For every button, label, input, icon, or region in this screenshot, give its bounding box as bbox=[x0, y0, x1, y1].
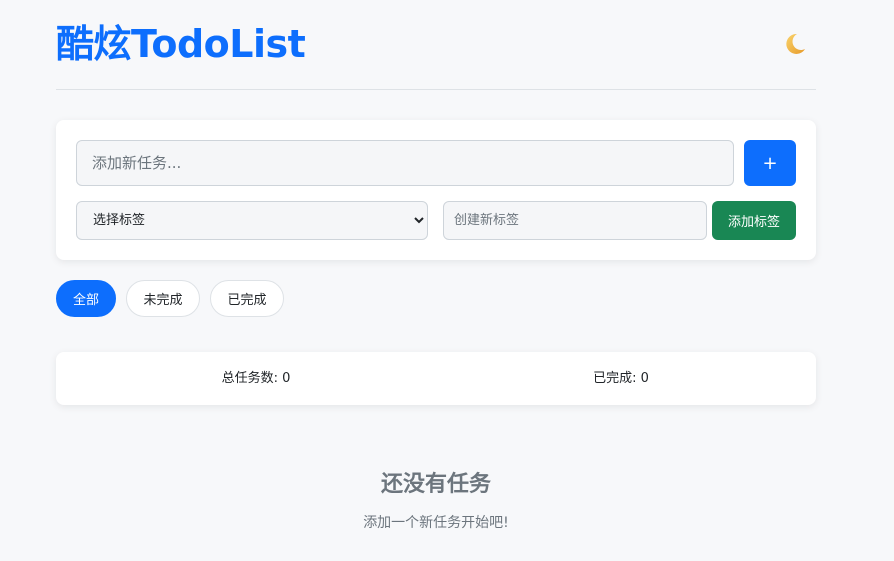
empty-state-title: 还没有任务 bbox=[380, 472, 491, 497]
empty-state-subtitle: 添加一个新任务开始吧! bbox=[363, 515, 509, 531]
tag-select[interactable]: 选择标签 bbox=[76, 201, 428, 240]
filter-completed-button[interactable]: 已完成 bbox=[210, 280, 284, 317]
theme-toggle-button[interactable] bbox=[780, 30, 808, 58]
new-tag-input[interactable] bbox=[443, 201, 707, 240]
filter-all-button[interactable]: 全部 bbox=[56, 280, 116, 317]
task-input-card: + 选择标签 添加标签 bbox=[56, 120, 816, 260]
crescent-moon-icon bbox=[786, 33, 805, 54]
empty-state: 还没有任务 添加一个新任务开始吧! bbox=[56, 465, 816, 533]
header: 酷炫TodoList bbox=[56, 0, 816, 90]
completed-tasks-stat: 已完成: 0 bbox=[593, 371, 649, 386]
filter-incomplete-button[interactable]: 未完成 bbox=[126, 280, 200, 317]
new-task-input[interactable] bbox=[76, 140, 734, 186]
app-container: 酷炫TodoList + 选择标签 添加标签 全部 未完成 已完成 bbox=[56, 0, 816, 531]
add-task-button[interactable]: + bbox=[744, 140, 796, 186]
app-title: 酷炫TodoList bbox=[56, 22, 306, 66]
total-tasks-stat: 总任务数: 0 bbox=[221, 371, 291, 386]
add-tag-button[interactable]: 添加标签 bbox=[712, 201, 796, 240]
stats-card: 总任务数: 0 已完成: 0 bbox=[56, 352, 816, 405]
